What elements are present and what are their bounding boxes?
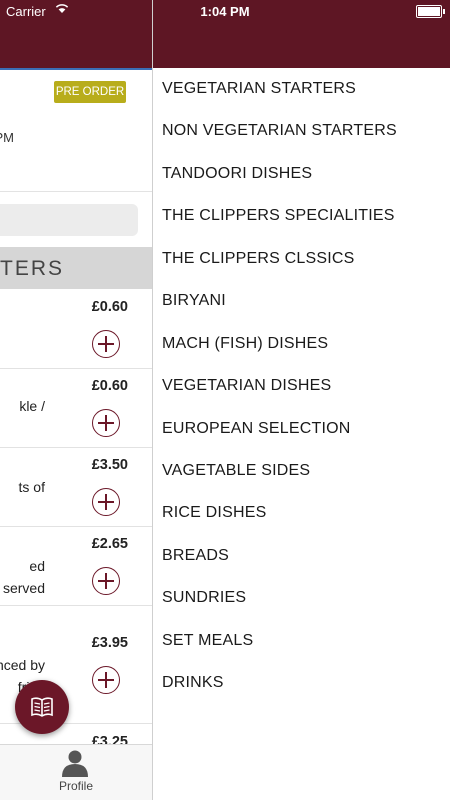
category-set-meals[interactable]: SET MEALS: [162, 632, 253, 650]
tab-bar: Profile: [0, 744, 152, 800]
category-tandoori-dishes[interactable]: TANDOORI DISHES: [162, 165, 312, 183]
category-sundries[interactable]: SUNDRIES: [162, 589, 246, 607]
category-drawer: VEGETARIAN STARTERS NON VEGETARIAN START…: [152, 0, 450, 800]
tab-profile[interactable]: Profile: [0, 779, 152, 793]
add-to-cart-icon[interactable]: [92, 666, 120, 694]
search-input[interactable]: [0, 204, 138, 236]
category-drinks[interactable]: DRINKS: [162, 674, 224, 692]
section-title: RTERS: [0, 257, 64, 280]
item-description-line-1: nced by: [0, 657, 45, 673]
divider: [0, 191, 152, 192]
status-bar: Carrier 1:04 PM: [0, 0, 450, 24]
nav-underline: [0, 68, 152, 70]
add-to-cart-icon[interactable]: [92, 330, 120, 358]
add-to-cart-icon[interactable]: [92, 488, 120, 516]
menu-item[interactable]: £2.65 ed served: [0, 526, 152, 606]
category-rice-dishes[interactable]: RICE DISHES: [162, 504, 266, 522]
category-vegetarian-starters[interactable]: VEGETARIAN STARTERS: [162, 80, 356, 98]
add-to-cart-icon[interactable]: [92, 409, 120, 437]
category-breads[interactable]: BREADS: [162, 547, 229, 565]
item-price: £3.50: [91, 457, 128, 473]
time-fragment: PM: [0, 130, 14, 145]
add-to-cart-icon[interactable]: [92, 567, 120, 595]
menu-book-button[interactable]: [15, 680, 69, 734]
menu-items-panel: PRE ORDER PM RTERS £0.60 £0.60 kle / £3.…: [0, 0, 152, 800]
category-biryani[interactable]: BIRYANI: [162, 292, 226, 310]
item-description-line-1: ed: [29, 558, 45, 574]
menu-item[interactable]: £3.50 ts of: [0, 447, 152, 527]
item-price: £3.95: [91, 635, 128, 651]
pre-order-button[interactable]: PRE ORDER: [54, 81, 126, 103]
category-vegetarian-dishes[interactable]: VEGETARIAN DISHES: [162, 377, 331, 395]
section-header: RTERS: [0, 247, 152, 289]
book-icon: [31, 697, 53, 717]
category-non-vegetarian-starters[interactable]: NON VEGETARIAN STARTERS: [162, 122, 397, 140]
category-clippers-classics[interactable]: THE CLIPPERS CLSSICS: [162, 250, 355, 268]
item-description: kle /: [19, 398, 45, 414]
item-price: £2.65: [91, 536, 128, 552]
item-price: £0.60: [91, 299, 128, 315]
menu-item[interactable]: £0.60: [0, 289, 152, 369]
category-vegetable-sides[interactable]: VAGETABLE SIDES: [162, 462, 310, 480]
item-description: ts of: [18, 479, 45, 495]
battery-icon: [416, 5, 445, 18]
category-fish-dishes[interactable]: MACH (FISH) DISHES: [162, 335, 328, 353]
profile-icon[interactable]: [60, 749, 90, 777]
category-european-selection[interactable]: EUROPEAN SELECTION: [162, 420, 351, 438]
clock: 1:04 PM: [200, 4, 250, 19]
category-clippers-specialities[interactable]: THE CLIPPERS SPECIALITIES: [162, 207, 395, 225]
item-description-line-2: served: [2, 580, 45, 596]
item-price: £0.60: [91, 378, 128, 394]
menu-item[interactable]: £0.60 kle /: [0, 368, 152, 448]
